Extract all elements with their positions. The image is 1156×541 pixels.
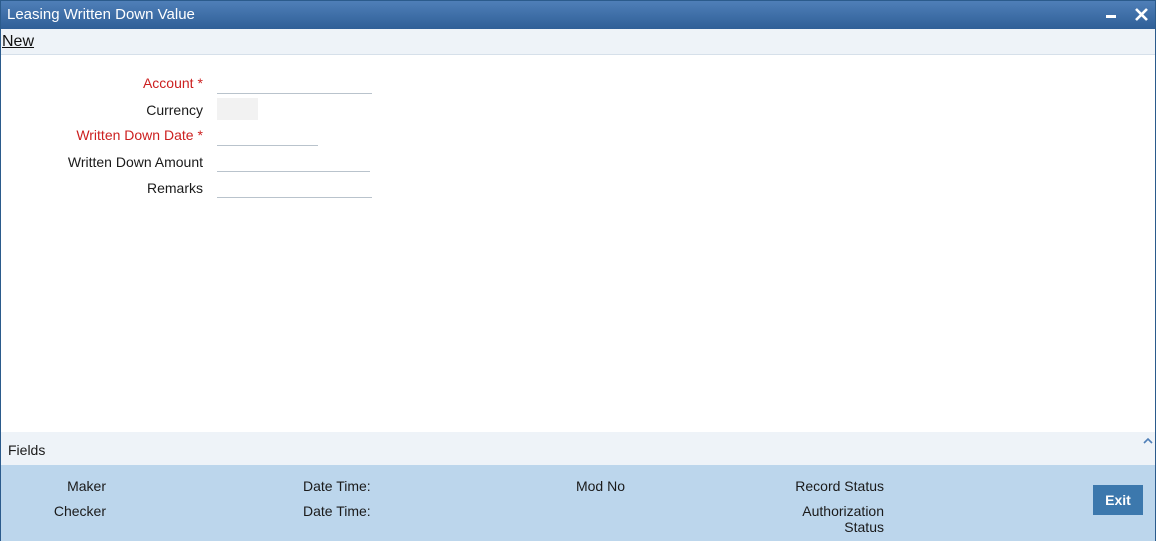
account-input[interactable]: [217, 72, 372, 94]
mod-no-label: Mod No: [575, 478, 625, 494]
title-bar: Leasing Written Down Value: [1, 1, 1155, 29]
currency-label: Currency: [146, 102, 203, 118]
required-mark: *: [197, 75, 203, 91]
currency-input[interactable]: [217, 98, 258, 120]
checker-label: Checker: [53, 503, 106, 519]
maker-label: Maker: [67, 478, 106, 494]
account-label-text: Account: [142, 75, 194, 91]
written-down-date-input[interactable]: [217, 124, 318, 146]
chevron-up-icon[interactable]: [1142, 434, 1154, 446]
record-status-label: Record Status: [795, 478, 884, 494]
remarks-label: Remarks: [146, 180, 203, 196]
maker-datetime-label: Date Time:: [303, 478, 371, 494]
audit-panel: Maker Checker Date Time: Date Time: Mod …: [1, 465, 1155, 541]
authorization-status-label-line1: Authorization: [802, 503, 884, 519]
leasing-written-down-window: Leasing Written Down Value New Account * …: [0, 0, 1156, 541]
checker-datetime-label: Date Time:: [303, 503, 371, 519]
exit-button[interactable]: Exit: [1093, 485, 1143, 515]
account-label: Account *: [143, 75, 203, 91]
written-down-amount-label: Written Down Amount: [67, 154, 203, 170]
close-icon[interactable]: [1133, 6, 1151, 24]
new-button[interactable]: New: [2, 33, 34, 51]
written-down-date-label: Written Down Date *: [76, 127, 203, 143]
window-title: Leasing Written Down Value: [7, 6, 195, 23]
required-mark: *: [197, 127, 203, 143]
fields-toggle[interactable]: Fields: [8, 442, 45, 458]
remarks-input[interactable]: [217, 176, 372, 198]
minimize-icon[interactable]: [1103, 6, 1121, 24]
written-down-amount-input[interactable]: [217, 150, 370, 172]
toolbar: New: [1, 29, 1155, 55]
fields-section-bar: Fields: [1, 432, 1155, 465]
written-down-date-label-text: Written Down Date: [76, 127, 194, 143]
authorization-status-label-line2: Status: [844, 519, 884, 535]
